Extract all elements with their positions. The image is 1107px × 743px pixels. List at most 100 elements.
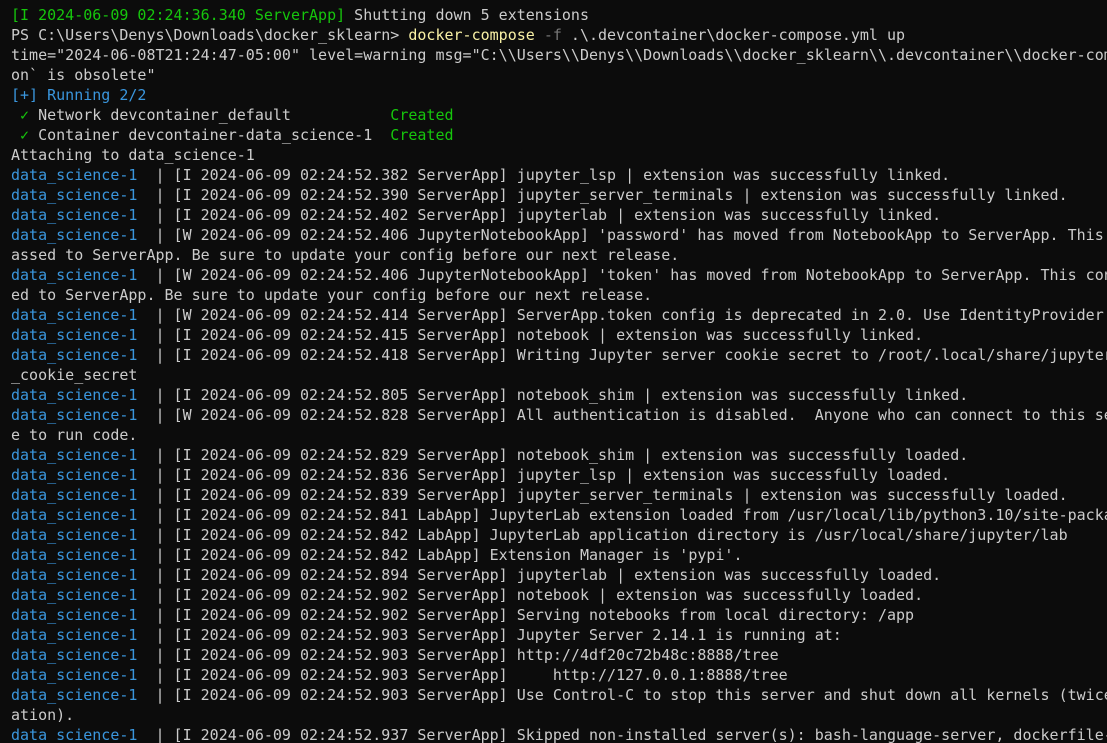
container-prefix: data_science-1 (11, 526, 138, 544)
terminal-line: data_science-1 | [I 2024-06-09 02:24:52.… (11, 725, 1107, 743)
output-text: | [I 2024-06-09 02:24:52.903 ServerApp] … (137, 666, 788, 684)
output-text: | [W 2024-06-09 02:24:52.828 ServerApp] … (137, 406, 1107, 424)
output-text: | [I 2024-06-09 02:24:52.903 ServerApp] … (137, 626, 842, 644)
container-prefix: data_science-1 (11, 486, 138, 504)
output-text: .\.devcontainer\docker-compose.yml up (561, 26, 906, 44)
output-text: | [I 2024-06-09 02:24:52.903 ServerApp] … (137, 686, 1107, 704)
output-text: ation). (11, 706, 75, 724)
container-prefix: data_science-1 (11, 466, 138, 484)
terminal-line: data_science-1 | [I 2024-06-09 02:24:52.… (11, 345, 1107, 365)
output-text: assed to ServerApp. Be sure to update yo… (11, 246, 680, 264)
terminal-line: data_science-1 | [I 2024-06-09 02:24:52.… (11, 565, 1107, 585)
terminal-line: data_science-1 | [I 2024-06-09 02:24:52.… (11, 205, 1107, 225)
container-prefix: data_science-1 (11, 406, 138, 424)
output-text: on` is obsolete" (11, 66, 156, 84)
terminal-line: data_science-1 | [I 2024-06-09 02:24:52.… (11, 385, 1107, 405)
container-prefix: data_science-1 (11, 206, 138, 224)
terminal-line: time="2024-06-08T21:24:47-05:00" level=w… (11, 45, 1107, 65)
terminal-line: data_science-1 | [I 2024-06-09 02:24:52.… (11, 685, 1107, 705)
terminal-line: assed to ServerApp. Be sure to update yo… (11, 245, 1107, 265)
container-prefix: data_science-1 (11, 226, 138, 244)
status-created: Created (390, 126, 454, 144)
terminal-line: data_science-1 | [W 2024-06-09 02:24:52.… (11, 265, 1107, 285)
checkmark-icon: ✓ (11, 106, 30, 124)
terminal-line: data_science-1 | [I 2024-06-09 02:24:52.… (11, 525, 1107, 545)
container-prefix: data_science-1 (11, 666, 138, 684)
terminal-line: Attaching to data_science-1 (11, 145, 1107, 165)
terminal-line: PS C:\Users\Denys\Downloads\docker_sklea… (11, 25, 1107, 45)
output-text: | [I 2024-06-09 02:24:52.842 LabApp] Jup… (137, 526, 1068, 544)
output-text: | [I 2024-06-09 02:24:52.805 ServerApp] … (137, 386, 969, 404)
container-prefix: data_science-1 (11, 166, 138, 184)
terminal-line: data_science-1 | [I 2024-06-09 02:24:52.… (11, 485, 1107, 505)
container-prefix: data_science-1 (11, 446, 138, 464)
container-prefix: data_science-1 (11, 646, 138, 664)
container-prefix: data_science-1 (11, 506, 138, 524)
output-text: [+] Running 2/2 (11, 86, 147, 104)
output-text: | [I 2024-06-09 02:24:52.418 ServerApp] … (137, 346, 1107, 364)
output-text: | [I 2024-06-09 02:24:52.390 ServerApp] … (137, 186, 1068, 204)
container-prefix: data_science-1 (11, 586, 138, 604)
terminal-line: data_science-1 | [I 2024-06-09 02:24:52.… (11, 645, 1107, 665)
terminal-line: ed to ServerApp. Be sure to update your … (11, 285, 1107, 305)
output-text: time="2024-06-08T21:24:47-05:00" level=w… (11, 46, 1107, 64)
output-text: Container devcontainer-data_science-1 (29, 126, 391, 144)
container-prefix: data_science-1 (11, 686, 138, 704)
container-prefix: data_science-1 (11, 606, 138, 624)
output-text: | [I 2024-06-09 02:24:52.382 ServerApp] … (137, 166, 951, 184)
command-name: docker-compose (408, 26, 535, 44)
output-text: -f (534, 26, 562, 44)
output-text: | [I 2024-06-09 02:24:52.894 ServerApp] … (137, 566, 942, 584)
terminal-line: data_science-1 | [I 2024-06-09 02:24:52.… (11, 445, 1107, 465)
terminal-line: e to run code. (11, 425, 1107, 445)
output-text: e to run code. (11, 426, 138, 444)
terminal-line: data_science-1 | [W 2024-06-09 02:24:52.… (11, 225, 1107, 245)
terminal-line: data_science-1 | [I 2024-06-09 02:24:52.… (11, 665, 1107, 685)
container-prefix: data_science-1 (11, 546, 138, 564)
terminal-line: data_science-1 | [I 2024-06-09 02:24:52.… (11, 505, 1107, 525)
container-prefix: data_science-1 (11, 566, 138, 584)
output-text: | [W 2024-06-09 02:24:52.414 ServerApp] … (137, 306, 1107, 324)
terminal-line: [I 2024-06-09 02:24:36.340 ServerApp] Sh… (11, 5, 1107, 25)
output-text: _cookie_secret (11, 366, 138, 384)
output-text: PS C:\Users\Denys\Downloads\docker_sklea… (11, 26, 409, 44)
output-text: | [I 2024-06-09 02:24:52.841 LabApp] Jup… (137, 506, 1107, 524)
terminal-line: data_science-1 | [W 2024-06-09 02:24:52.… (11, 305, 1107, 325)
terminal-line: data_science-1 | [I 2024-06-09 02:24:52.… (11, 585, 1107, 605)
output-text: | [I 2024-06-09 02:24:52.842 LabApp] Ext… (137, 546, 743, 564)
output-text: [I 2024-06-09 02:24:36.340 ServerApp] (11, 6, 346, 24)
terminal-line: data_science-1 | [I 2024-06-09 02:24:52.… (11, 465, 1107, 485)
terminal-line: data_science-1 | [W 2024-06-09 02:24:52.… (11, 405, 1107, 425)
terminal-line: ✓ Container devcontainer-data_science-1 … (11, 125, 1107, 145)
output-text: | [W 2024-06-09 02:24:52.406 JupyterNote… (137, 266, 1107, 284)
output-text: | [I 2024-06-09 02:24:52.415 ServerApp] … (137, 326, 924, 344)
container-prefix: data_science-1 (11, 306, 138, 324)
terminal-line: ation). (11, 705, 1107, 725)
terminal-line: data_science-1 | [I 2024-06-09 02:24:52.… (11, 605, 1107, 625)
terminal-line: data_science-1 | [I 2024-06-09 02:24:52.… (11, 325, 1107, 345)
status-created: Created (390, 106, 454, 124)
terminal-line: [+] Running 2/2 (11, 85, 1107, 105)
output-text: | [W 2024-06-09 02:24:52.406 JupyterNote… (137, 226, 1104, 244)
output-text: | [I 2024-06-09 02:24:52.839 ServerApp] … (137, 486, 1068, 504)
container-prefix: data_science-1 (11, 266, 138, 284)
terminal-line: data_science-1 | [I 2024-06-09 02:24:52.… (11, 625, 1107, 645)
container-prefix: data_science-1 (11, 326, 138, 344)
output-text: | [I 2024-06-09 02:24:52.902 ServerApp] … (137, 606, 915, 624)
terminal-output: [I 2024-06-09 02:24:36.340 ServerApp] Sh… (11, 5, 1107, 743)
terminal-window[interactable]: [I 2024-06-09 02:24:36.340 ServerApp] Sh… (0, 0, 1107, 743)
output-text: | [I 2024-06-09 02:24:52.902 ServerApp] … (137, 586, 924, 604)
output-text: Shutting down 5 extensions (345, 6, 589, 24)
output-text: | [I 2024-06-09 02:24:52.402 ServerApp] … (137, 206, 942, 224)
output-text: | [I 2024-06-09 02:24:52.903 ServerApp] … (137, 646, 779, 664)
terminal-line: data_science-1 | [I 2024-06-09 02:24:52.… (11, 165, 1107, 185)
container-prefix: data_science-1 (11, 186, 138, 204)
container-prefix: data_science-1 (11, 386, 138, 404)
output-text: Attaching to data_science-1 (11, 146, 255, 164)
terminal-line: on` is obsolete" (11, 65, 1107, 85)
container-prefix: data_science-1 (11, 626, 138, 644)
output-text: ed to ServerApp. Be sure to update your … (11, 286, 653, 304)
output-text: | [I 2024-06-09 02:24:52.937 ServerApp] … (137, 726, 1107, 743)
checkmark-icon: ✓ (11, 126, 30, 144)
terminal-line: data_science-1 | [I 2024-06-09 02:24:52.… (11, 185, 1107, 205)
